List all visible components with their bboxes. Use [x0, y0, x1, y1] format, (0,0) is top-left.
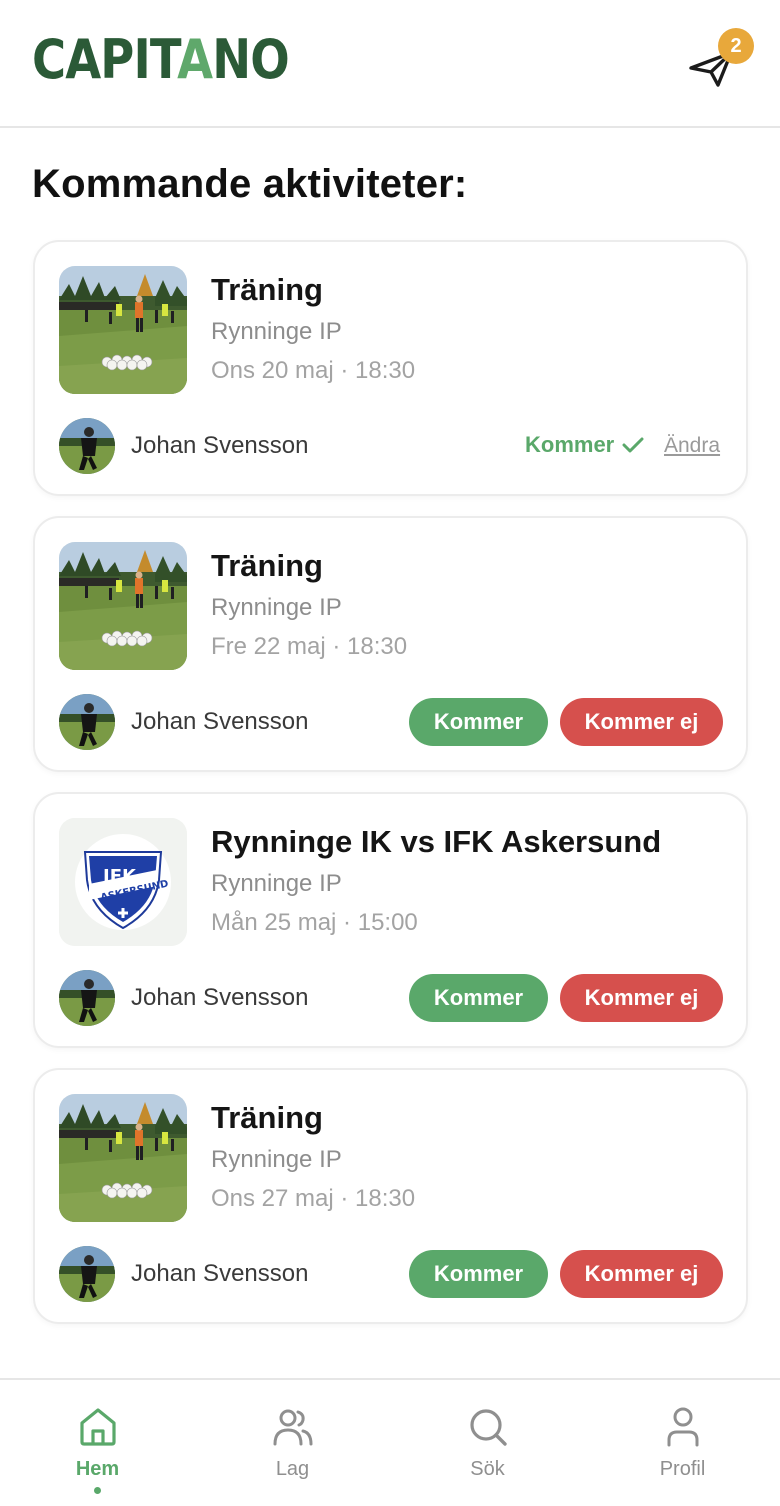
organizer-name: Johan Svensson — [131, 984, 309, 1011]
accept-button[interactable]: Kommer — [409, 974, 548, 1022]
activity-datetime: Mån 25 maj · 15:00 — [211, 909, 418, 936]
change-attendance-link[interactable]: Ändra — [664, 434, 720, 458]
accept-button[interactable]: Kommer — [409, 698, 548, 746]
activity-title: Träning — [211, 1100, 323, 1135]
activity-location: Rynninge IP — [211, 870, 342, 897]
decline-button[interactable]: Kommer ej — [560, 698, 723, 746]
activity-image — [59, 542, 187, 670]
avatar — [59, 1246, 115, 1302]
app-header: CAPITANO 2 — [0, 0, 780, 128]
activity-card[interactable]: Träning Rynninge IP Ons 20 maj · 18:30 J… — [33, 240, 748, 496]
activity-card[interactable]: Träning Rynninge IP Fre 22 maj · 18:30 J… — [33, 516, 748, 772]
search-icon — [470, 1409, 507, 1446]
activity-location: Rynninge IP — [211, 594, 342, 621]
team-icon — [273, 1409, 313, 1446]
activity-card[interactable]: IFK ASKERSUND Rynninge IK vs IFK Askersu… — [33, 792, 748, 1048]
organizer-name: Johan Svensson — [131, 1260, 309, 1287]
profile-icon — [667, 1407, 699, 1447]
capitano-logo[interactable]: CAPITANO — [32, 28, 290, 92]
active-indicator — [94, 1487, 101, 1494]
attendance-status: Kommer — [525, 432, 644, 458]
nav-item-profile[interactable]: Profil — [585, 1380, 780, 1506]
nav-label-team: Lag — [275, 1458, 310, 1480]
notification-badge: 2 — [718, 28, 754, 64]
avatar — [59, 970, 115, 1026]
activity-image — [59, 1094, 187, 1222]
nav-label-search: Sök — [470, 1458, 505, 1480]
page-title: Kommande aktiviteter: — [32, 162, 468, 206]
organizer-name: Johan Svensson — [131, 432, 309, 459]
nav-item-search[interactable]: Sök — [390, 1380, 585, 1506]
activity-location: Rynninge IP — [211, 318, 342, 345]
activity-datetime: Fre 22 maj · 18:30 — [211, 633, 408, 660]
activity-datetime: Ons 27 maj · 18:30 — [211, 1185, 416, 1212]
accept-button[interactable]: Kommer — [409, 1250, 548, 1298]
activity-title: Rynninge IK vs IFK Askersund — [211, 824, 662, 859]
bottom-navigation: Hem Lag Sök Profil — [0, 1378, 780, 1506]
decline-button[interactable]: Kommer ej — [560, 974, 723, 1022]
check-icon — [622, 437, 644, 453]
activity-image — [59, 266, 187, 394]
home-icon — [80, 1408, 116, 1446]
notifications-button[interactable]: 2 — [684, 28, 754, 96]
activity-datetime: Ons 20 maj · 18:30 — [211, 357, 416, 384]
avatar — [59, 694, 115, 750]
activity-location: Rynninge IP — [211, 1146, 342, 1173]
nav-label-profile: Profil — [659, 1458, 706, 1480]
activity-card[interactable]: Träning Rynninge IP Ons 27 maj · 18:30 J… — [33, 1068, 748, 1324]
nav-item-home[interactable]: Hem — [0, 1380, 195, 1506]
activity-image: IFK ASKERSUND — [59, 818, 187, 946]
nav-item-team[interactable]: Lag — [195, 1380, 390, 1506]
decline-button[interactable]: Kommer ej — [560, 1250, 723, 1298]
nav-label-home: Hem — [75, 1458, 120, 1480]
activity-title: Träning — [211, 272, 323, 307]
ifk-askersund-crest: IFK ASKERSUND — [59, 818, 187, 946]
organizer-name: Johan Svensson — [131, 708, 309, 735]
activity-title: Träning — [211, 548, 323, 583]
avatar — [59, 418, 115, 474]
